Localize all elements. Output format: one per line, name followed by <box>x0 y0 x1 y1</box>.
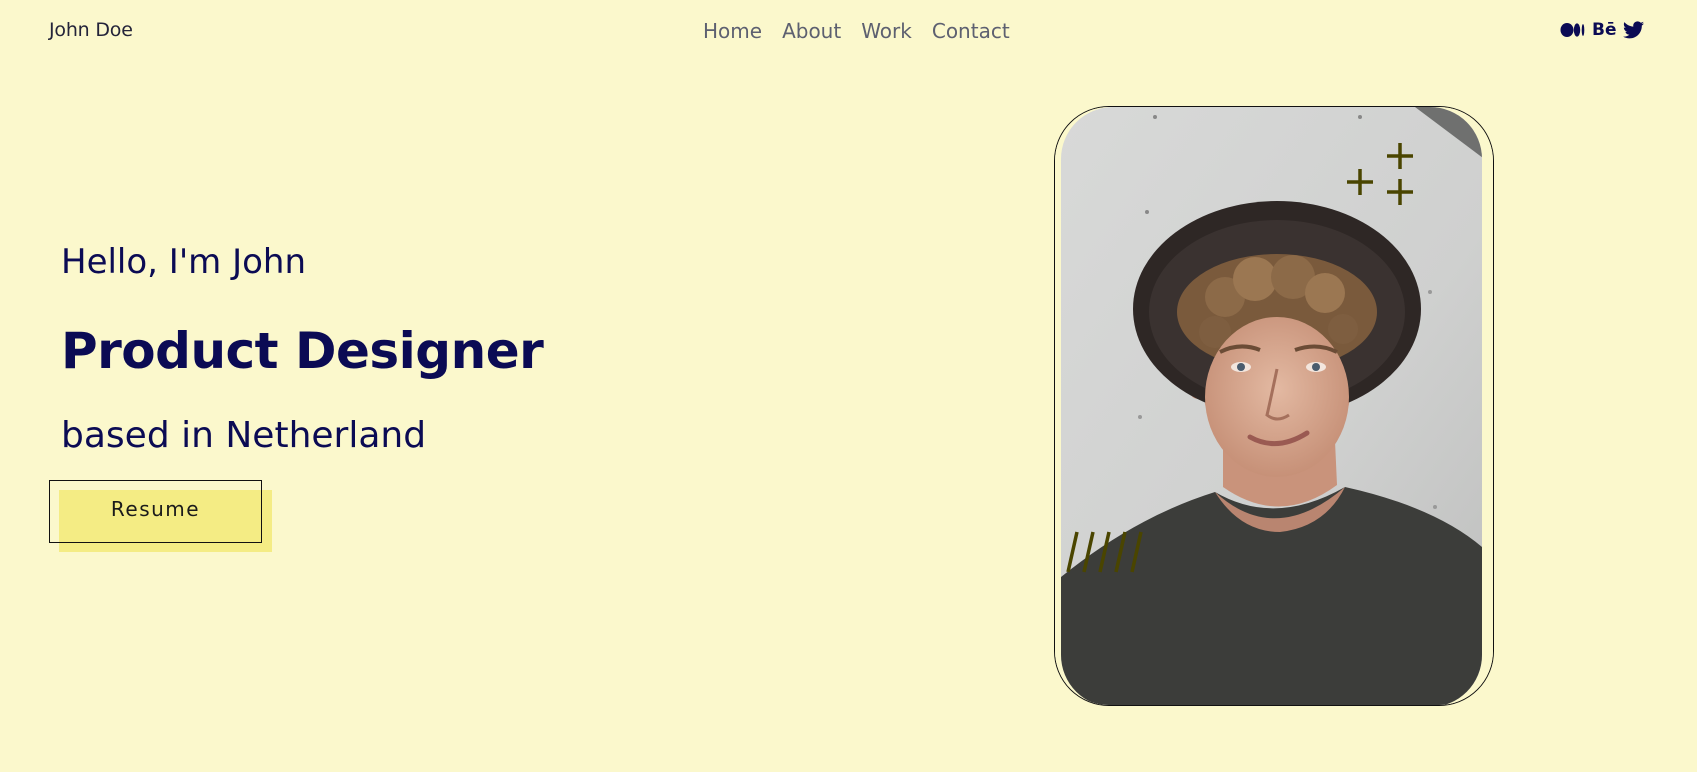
brand-name[interactable]: John Doe <box>49 19 133 41</box>
behance-icon[interactable]: Bē <box>1592 20 1617 40</box>
nav-link-about[interactable]: About <box>782 18 841 44</box>
navbar: John Doe Home About Work Contact Bē <box>0 0 1697 62</box>
hero-role: Product Designer <box>61 322 544 380</box>
nav-links: Home About Work Contact <box>703 18 1010 44</box>
nav-link-home[interactable]: Home <box>703 18 762 44</box>
resume-button-label: Resume <box>110 496 201 521</box>
profile-photo <box>1055 107 1493 705</box>
hero-greeting: Hello, I'm John <box>61 242 307 282</box>
profile-photo-frame <box>1054 106 1494 706</box>
resume-button[interactable]: Resume <box>49 480 262 543</box>
social-links: Bē <box>1560 20 1644 40</box>
medium-icon[interactable] <box>1560 22 1586 38</box>
hero-location: based in Netherland <box>61 415 427 456</box>
twitter-icon[interactable] <box>1622 21 1644 39</box>
behance-label: Bē <box>1592 20 1617 40</box>
nav-link-contact[interactable]: Contact <box>932 18 1010 44</box>
nav-link-work[interactable]: Work <box>861 18 912 44</box>
